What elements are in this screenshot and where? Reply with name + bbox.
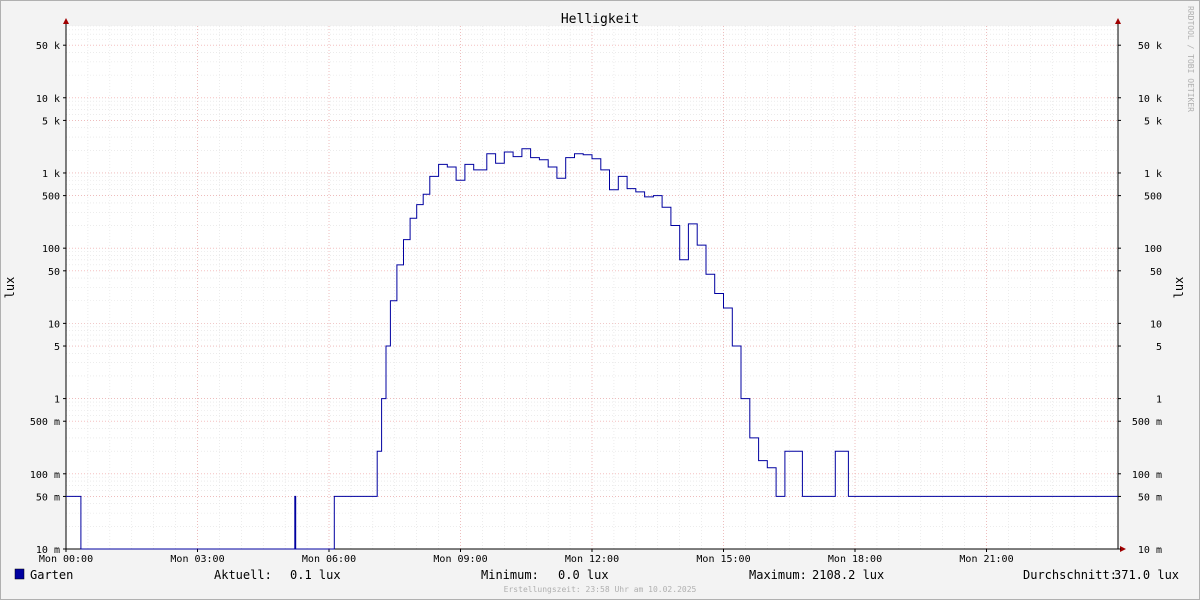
y-tick-label-right: 5 k [1144,116,1162,127]
x-tick-label: Mon 18:00 [828,554,882,565]
y-tick-label-left: 10 k [36,94,60,105]
y-tick-label-left: 500 m [30,417,60,428]
chart-root: 10 m 10 m 50 m 50 m 100 m 100 m 500 m 500 m1155… [0,0,1200,600]
y-tick-label-right: 50 [1150,267,1162,278]
y-tick-label-right: 10 [1150,319,1162,330]
chart-title: Helligkeit [561,12,639,27]
x-tick-label: Mon 12:00 [565,554,619,565]
y-tick-label-left: 500 [42,192,60,203]
y-tick-label-right: 500 [1144,192,1162,203]
y-tick-label-right: 10 m [1138,545,1162,556]
y-tick-label-left: 50 k [36,41,60,52]
y-axis-label-left: lux [3,277,17,299]
y-tick-label-left: 50 [48,267,60,278]
stat-min-value: 0.0 lux [558,568,609,582]
rrdtool-watermark: RRDTOOL / TOBI OETIKER [1186,6,1195,112]
y-tick-label-right: 100 m [1132,470,1162,481]
y-tick-label-right: 5 [1156,342,1162,353]
stat-avg-label: Durchschnitt: [1023,568,1117,582]
y-tick-label-left: 1 [54,395,60,406]
y-tick-label-right: 10 k [1138,94,1162,105]
stat-current-value: 0.1 lux [290,568,341,582]
y-tick-label-left: 100 [42,244,60,255]
x-tick-label: Mon 15:00 [696,554,750,565]
y-tick-label-left: 5 [54,342,60,353]
stat-max-label: Maximum: [749,568,807,582]
y-axis-label-right: lux [1172,277,1186,299]
y-tick-label-left: 10 [48,319,60,330]
x-tick-label: Mon 06:00 [302,554,356,565]
x-tick-label: Mon 21:00 [959,554,1013,565]
y-tick-label-right: 500 m [1132,417,1162,428]
stat-min-label: Minimum: [481,568,539,582]
stat-max-value: 2108.2 lux [812,568,884,582]
y-tick-label-right: 1 [1156,395,1162,406]
y-tick-label-left: 50 m [36,492,60,503]
chart: 10 m 10 m50 m 50 m100 m 100 m500 m 500 m1 15 5… [0,0,1200,600]
legend-swatch-garten [14,568,25,580]
y-tick-label-right: 50 k [1138,41,1162,52]
x-tick-label: Mon 03:00 [170,554,224,565]
y-tick-label-left: 1 k [42,169,60,180]
y-tick-label-right: 1 k [1144,169,1162,180]
legend-label-garten: Garten [30,568,73,582]
stat-current-label: Aktuell: [214,568,272,582]
x-tick-label: Mon 09:00 [433,554,487,565]
y-tick-label-left: 5 k [42,116,60,127]
y-tick-label-left: 100 m [30,470,60,481]
y-tick-label-right: 50 m [1138,492,1162,503]
y-tick-label-right: 100 [1144,244,1162,255]
footer-timestamp: Erstellungszeit: 23:58 Uhr am 10.02.2025 [504,585,697,594]
y-axis-right-arrow [1115,18,1121,24]
stat-avg-value: 371.0 lux [1114,568,1179,582]
x-tick-label: Mon 00:00 [39,554,93,565]
y-axis-left-arrow [63,18,69,24]
